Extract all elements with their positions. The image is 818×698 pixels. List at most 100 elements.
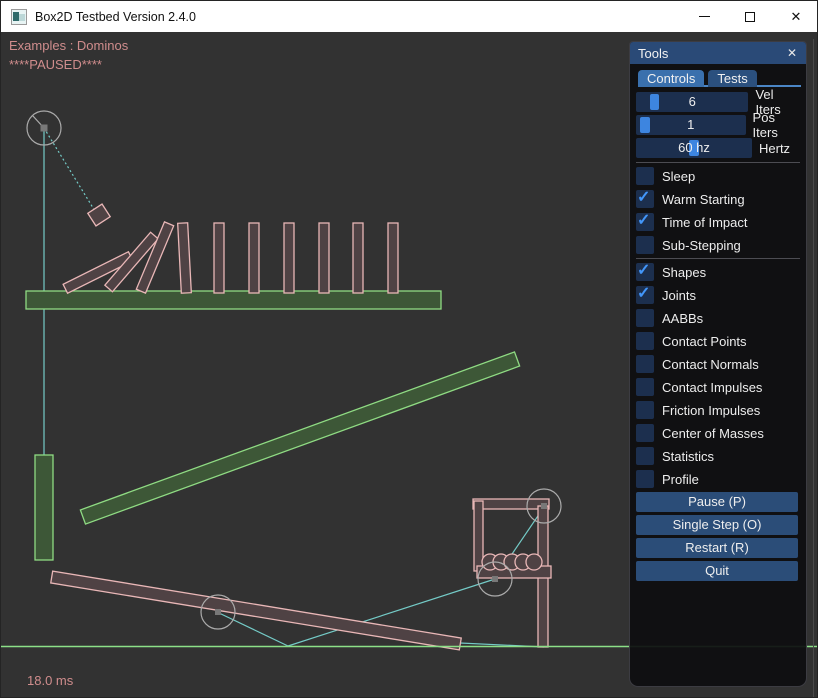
slider-row-vel-iters: 6 Vel Iters — [636, 92, 801, 112]
frame-structure — [473, 499, 551, 647]
window-titlebar: Box2D Testbed Version 2.4.0 ✕ — [1, 1, 818, 32]
checkbox-label: Contact Normals — [662, 357, 759, 372]
pos-iters-slider[interactable]: 1 — [636, 115, 746, 135]
slider-value: 6 — [636, 92, 748, 112]
window-title: Box2D Testbed Version 2.4.0 — [35, 10, 196, 24]
domino-standing — [284, 223, 294, 293]
separator — [636, 162, 800, 163]
checkbox-box: ✓ — [636, 167, 654, 185]
green-ramp — [80, 352, 519, 524]
domino-standing — [214, 223, 224, 293]
checkbox-box: ✓ — [636, 332, 654, 350]
maximize-icon — [745, 12, 755, 22]
close-button[interactable]: ✕ — [773, 1, 818, 32]
checkbox-friction-impulses[interactable]: ✓ Friction Impulses — [636, 401, 801, 419]
checkbox-statistics[interactable]: ✓ Statistics — [636, 447, 801, 465]
checkbox-contact-normals[interactable]: ✓ Contact Normals — [636, 355, 801, 373]
hertz-slider[interactable]: 60 hz — [636, 138, 752, 158]
checkbox-box: ✓ — [636, 378, 654, 396]
tools-close-button[interactable]: ✕ — [784, 45, 800, 61]
pause-button[interactable]: Pause (P) — [636, 492, 798, 512]
close-icon: ✕ — [787, 46, 797, 60]
slider-value: 1 — [636, 115, 746, 135]
checkbox-box: ✓ — [636, 424, 654, 442]
draw-checkbox-group: ✓ Shapes ✓ Joints ✓ AABBs ✓ Contact Poin… — [636, 263, 801, 493]
joint-lines — [44, 128, 544, 647]
checkbox-box: ✓ — [636, 213, 654, 231]
domino-standing — [388, 223, 398, 293]
checkbox-label: Sleep — [662, 169, 695, 184]
solver-checkbox-group: ✓ Sleep ✓ Warm Starting ✓ Time of Impact… — [636, 167, 801, 259]
tilted-plank[interactable] — [51, 571, 461, 650]
tools-panel: Tools ✕ Controls Tests 6 Vel Iters 1 Pos… — [629, 41, 807, 687]
checkbox-label: Joints — [662, 288, 696, 303]
joint-pendulum-line — [44, 128, 98, 216]
checkbox-sub-stepping[interactable]: ✓ Sub-Stepping — [636, 236, 801, 254]
tab-controls[interactable]: Controls — [638, 70, 704, 87]
checkbox-contact-impulses[interactable]: ✓ Contact Impulses — [636, 378, 801, 396]
slider-group: 6 Vel Iters 1 Pos Iters 60 hz Hertz — [636, 92, 801, 161]
checkbox-box: ✓ — [636, 401, 654, 419]
checkbox-label: Warm Starting — [662, 192, 745, 207]
frame-time-label: 18.0 ms — [27, 673, 73, 688]
app-window: Box2D Testbed Version 2.4.0 ✕ — [0, 0, 818, 698]
quit-button[interactable]: Quit — [636, 561, 798, 581]
panel-button-group: Pause (P) Single Step (O) Restart (R) Qu… — [636, 492, 798, 584]
tools-panel-titlebar[interactable]: Tools ✕ — [630, 42, 806, 64]
checkbox-time-of-impact[interactable]: ✓ Time of Impact — [636, 213, 801, 231]
checkbox-box: ✓ — [636, 263, 654, 281]
checkbox-center-of-masses[interactable]: ✓ Center of Masses — [636, 424, 801, 442]
checkbox-label: Contact Impulses — [662, 380, 762, 395]
green-vertical-block — [35, 455, 53, 560]
checkbox-shapes[interactable]: ✓ Shapes — [636, 263, 801, 281]
minimize-icon — [699, 16, 710, 17]
checkbox-label: Contact Points — [662, 334, 747, 349]
separator — [636, 258, 800, 259]
checkbox-box: ✓ — [636, 190, 654, 208]
canvas-right-edge — [813, 39, 814, 698]
checkbox-sleep[interactable]: ✓ Sleep — [636, 167, 801, 185]
ball — [526, 554, 542, 570]
slider-value: 60 hz — [636, 138, 752, 158]
checkmark-icon: ✓ — [637, 283, 650, 303]
checkbox-box: ✓ — [636, 309, 654, 327]
close-icon: ✕ — [791, 10, 802, 23]
static-bodies — [26, 291, 520, 560]
checkbox-contact-points[interactable]: ✓ Contact Points — [636, 332, 801, 350]
checkbox-box: ✓ — [636, 355, 654, 373]
restart-button[interactable]: Restart (R) — [636, 538, 798, 558]
tools-panel-title: Tools — [638, 46, 668, 61]
paused-label: ****PAUSED**** — [9, 57, 102, 72]
maximize-button[interactable] — [727, 1, 773, 32]
green-platform — [26, 291, 441, 309]
checkbox-aabbs[interactable]: ✓ AABBs — [636, 309, 801, 327]
minimize-button[interactable] — [681, 1, 727, 32]
domino-leaning — [178, 223, 192, 293]
checkmark-icon: ✓ — [637, 187, 650, 207]
dominoes[interactable] — [63, 222, 398, 293]
single-step-button[interactable]: Single Step (O) — [636, 515, 798, 535]
domino-standing — [353, 223, 363, 293]
slider-label: Hertz — [759, 141, 790, 156]
checkbox-box: ✓ — [636, 236, 654, 254]
slider-row-hertz: 60 hz Hertz — [636, 138, 801, 158]
example-label: Examples : Dominos — [9, 38, 128, 53]
domino-standing — [249, 223, 259, 293]
checkbox-warm-starting[interactable]: ✓ Warm Starting — [636, 190, 801, 208]
tab-bar: Controls Tests — [638, 70, 801, 87]
checkbox-box: ✓ — [636, 470, 654, 488]
checkbox-label: AABBs — [662, 311, 703, 326]
tab-tests[interactable]: Tests — [708, 70, 756, 87]
checkbox-label: Time of Impact — [662, 215, 747, 230]
checkbox-label: Sub-Stepping — [662, 238, 741, 253]
pendulum-bob[interactable] — [88, 204, 110, 226]
domino-standing — [319, 223, 329, 293]
checkbox-box: ✓ — [636, 447, 654, 465]
app-icon — [11, 9, 27, 25]
checkbox-profile[interactable]: ✓ Profile — [636, 470, 801, 488]
checkbox-joints[interactable]: ✓ Joints — [636, 286, 801, 304]
checkmark-icon: ✓ — [637, 260, 650, 280]
checkmark-icon: ✓ — [637, 210, 650, 230]
checkbox-box: ✓ — [636, 286, 654, 304]
vel-iters-slider[interactable]: 6 — [636, 92, 748, 112]
